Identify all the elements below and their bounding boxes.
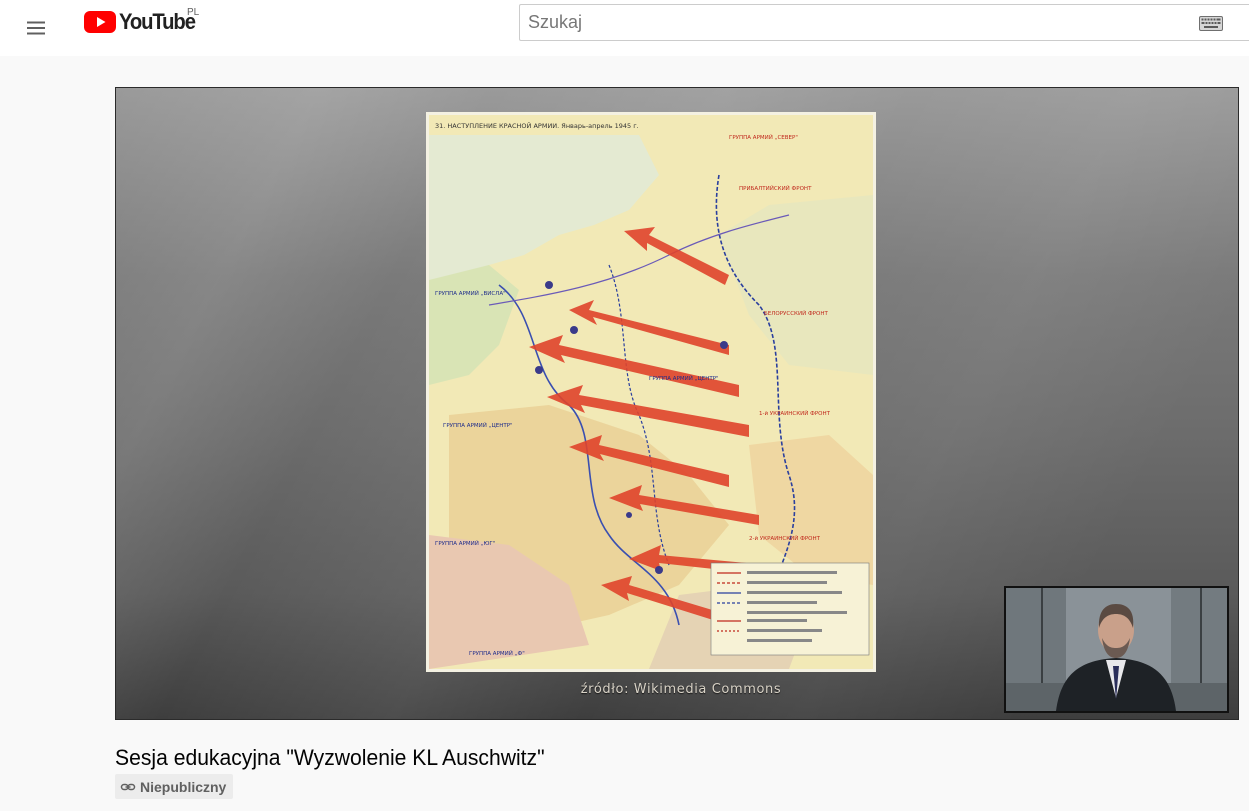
link-icon [120, 783, 136, 790]
hamburger-menu-icon [27, 21, 45, 35]
visibility-badge: Niepubliczny [115, 774, 234, 799]
map-header-text: 31. НАСТУПЛЕНИЕ КРАСНОЙ АРМИИ. Январь-ап… [435, 121, 639, 130]
svg-text:ПРИБАЛТИЙСКИЙ ФРОНТ: ПРИБАЛТИЙСКИЙ ФРОНТ [739, 185, 812, 192]
svg-text:БЕЛОРУССКИЙ ФРОНТ: БЕЛОРУССКИЙ ФРОНТ [764, 310, 828, 317]
youtube-play-icon [84, 11, 116, 33]
svg-text:ГРУППА АРМИЙ „ЦЕНТР": ГРУППА АРМИЙ „ЦЕНТР" [443, 422, 513, 429]
video-player[interactable]: 31. НАСТУПЛЕНИЕ КРАСНОЙ АРМИИ. Январь-ап… [115, 87, 1239, 720]
svg-text:1-й УКРАИНСКИЙ ФРОНТ: 1-й УКРАИНСКИЙ ФРОНТ [759, 410, 831, 417]
svg-text:ГРУППА АРМИЙ „Ф": ГРУППА АРМИЙ „Ф" [469, 650, 525, 657]
keyboard-icon[interactable] [1199, 16, 1223, 31]
search-box [519, 4, 1249, 41]
logo-wordmark: YouTube [119, 9, 196, 34]
video-title: Sesja edukacyjna "Wyzwolenie KL Auschwit… [115, 745, 545, 770]
masthead: YouTube PL [0, 0, 1249, 56]
youtube-logo[interactable]: YouTube PL [84, 7, 201, 36]
svg-text:ГРУППА АРМИЙ „ВИСЛА": ГРУППА АРМИЙ „ВИСЛА" [435, 290, 506, 297]
svg-text:ГРУППА АРМИЙ „ЮГ": ГРУППА АРМИЙ „ЮГ" [435, 540, 495, 547]
svg-text:ГРУППА АРМИЙ „СЕВЕР": ГРУППА АРМИЙ „СЕВЕР" [729, 134, 798, 141]
soviet-offensive-map: 31. НАСТУПЛЕНИЕ КРАСНОЙ АРМИИ. Январь-ап… [429, 115, 873, 669]
svg-text:2-й УКРАИНСКИЙ ФРОНТ: 2-й УКРАИНСКИЙ ФРОНТ [749, 535, 821, 542]
speaker-inset [1004, 586, 1229, 713]
logo-country-code: PL [187, 7, 200, 18]
visibility-label: Niepubliczny [140, 778, 227, 795]
search-input[interactable] [520, 5, 1180, 40]
video-source-caption: źródło: Wikimedia Commons [580, 682, 782, 697]
svg-text:ГРУППА АРМИЙ „ЦЕНТР": ГРУППА АРМИЙ „ЦЕНТР" [649, 375, 719, 382]
map-slide: 31. НАСТУПЛЕНИЕ КРАСНОЙ АРМИИ. Январь-ап… [426, 112, 876, 672]
guide-menu-button[interactable] [16, 8, 56, 48]
speaker-video-frame [1006, 588, 1227, 711]
